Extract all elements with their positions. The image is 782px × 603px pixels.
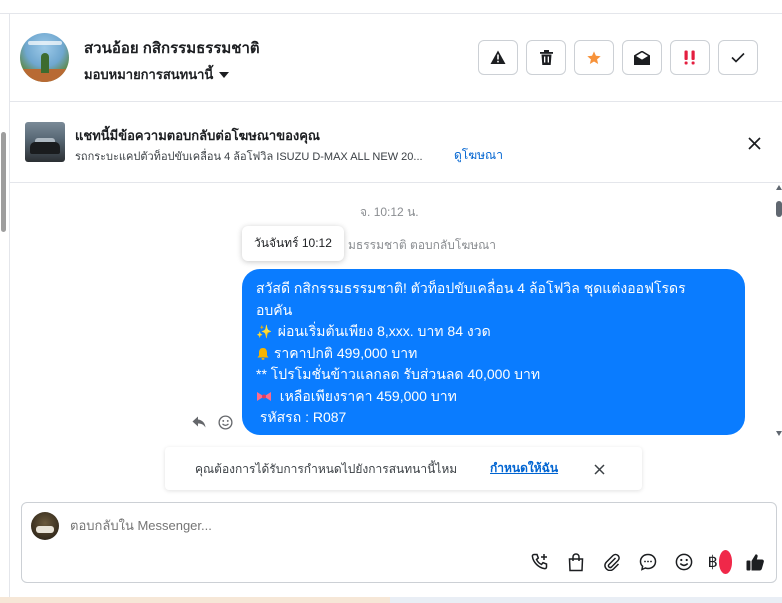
view-ad-link[interactable]: ดูโฆษณา (454, 146, 503, 165)
left-scrollbar-thumb[interactable] (1, 132, 6, 232)
message-line: สวัสดี กสิกรรมธรรมชาติ! ตัวท็อปขับเคลื่อ… (256, 280, 686, 296)
mark-unread-button[interactable] (622, 40, 662, 75)
message-line: อบคัน (256, 301, 293, 318)
star-icon (587, 50, 601, 64)
attachment-icon (603, 553, 620, 571)
reply-button[interactable] (190, 413, 208, 431)
react-button[interactable] (216, 413, 234, 431)
close-icon (747, 136, 761, 150)
thumbs-up-icon (746, 554, 764, 571)
reply-input[interactable] (70, 518, 470, 533)
add-call-button[interactable] (526, 550, 553, 574)
bell-icon (257, 347, 269, 360)
smiley-icon (217, 414, 233, 430)
notification-dot (718, 550, 732, 574)
trash-icon (539, 50, 553, 65)
replied-to-ad-note: มธรรมชาติ ตอบกลับโฆษณา (348, 238, 497, 252)
message-line: ราคาปกติ 499,000 บาท (273, 344, 418, 361)
timestamp-tooltip: วันจันทร์ 10:12 (242, 226, 344, 261)
add-call-icon (531, 553, 547, 570)
assign-suggestion: คุณต้องการได้รับการกำหนดไปยังการสนทนานี้… (165, 447, 642, 490)
contact-avatar[interactable] (20, 33, 69, 82)
thread-scrollbar-thumb[interactable] (776, 201, 782, 217)
assign-to-me-link[interactable]: กำหนดให้ฉัน (490, 459, 558, 478)
left-scrollbar[interactable] (0, 14, 10, 603)
message-line: ** โปรโมชั่นข้าวแลกลด รับส่วนลด 40,000 บ… (256, 366, 541, 382)
reply-icon (192, 416, 206, 428)
bag-icon (568, 552, 583, 571)
close-banner-button[interactable] (744, 133, 764, 153)
thread-scrollbar[interactable] (776, 183, 782, 438)
scroll-up-arrow-icon[interactable] (776, 185, 782, 190)
close-icon (593, 463, 605, 475)
shop-button[interactable] (562, 550, 589, 574)
warning-icon (490, 50, 506, 64)
composer-toolbar: ฿ (526, 550, 769, 574)
assign-suggestion-text: คุณต้องการได้รับการกำหนดไปยังการสนทนานี้… (195, 462, 458, 476)
attach-button[interactable] (598, 550, 625, 574)
message-line: รหัสรถ : R087 (259, 409, 347, 425)
sparkles-icon: ✨ (256, 324, 273, 339)
emoji-icon (675, 553, 692, 571)
ad-banner-subtitle: รถกระบะแคปตัวท็อปขับเคลื่อน 4 ล้อโฟวิล I… (75, 151, 423, 163)
conversation-header: สวนอ้อย กสิกรรมธรรมชาติ มอบหมายการสนทนาน… (10, 14, 782, 102)
ad-banner-title: แชทนี้มีข้อความตอบกลับต่อโฆษณาของคุณ (75, 128, 320, 143)
delete-button[interactable] (526, 40, 566, 75)
page-avatar (31, 512, 59, 540)
assign-label: มอบหมายการสนทนานี้ (84, 67, 214, 82)
mark-done-button[interactable] (718, 40, 758, 75)
checkmark-icon (731, 52, 745, 63)
message-thread[interactable]: จ. 10:12 น. มธรรมชาติ ตอบกลับโฆษณา วันจั… (10, 183, 782, 501)
top-border (0, 0, 782, 14)
saved-replies-button[interactable] (634, 550, 661, 574)
baht-icon: ฿ (707, 554, 718, 571)
bottom-strip (0, 597, 782, 603)
message-bubble[interactable]: สวัสดี กสิกรรมธรรมชาติ! ตัวท็อปขับเคลื่อ… (242, 269, 745, 435)
spam-button[interactable] (478, 40, 518, 75)
message-timestamp: จ. 10:12 น. (360, 205, 419, 219)
important-icon (684, 50, 695, 65)
like-button[interactable] (742, 550, 769, 574)
ad-thumbnail[interactable] (25, 122, 65, 162)
contact-name: สวนอ้อย กสิกรรมธรรมชาติ (84, 40, 260, 57)
message-line: ผ่อนเริ่มต้นเพียง 8,xxx. บาท 84 งวด (277, 323, 491, 339)
payment-button[interactable]: ฿ (706, 550, 733, 574)
emoji-button[interactable] (670, 550, 697, 574)
scroll-down-arrow-icon[interactable] (776, 431, 782, 436)
ribbon-icon (257, 391, 271, 401)
caret-down-icon (219, 71, 230, 78)
message-tools (190, 413, 234, 431)
mark-unread-icon (634, 50, 650, 65)
star-button[interactable] (574, 40, 614, 75)
chat-bubble-icon (639, 553, 656, 571)
reply-composer: ฿ (21, 502, 777, 583)
assign-conversation-dropdown[interactable]: มอบหมายการสนทนานี้ (84, 64, 230, 85)
ad-reply-banner: แชทนี้มีข้อความตอบกลับต่อโฆษณาของคุณ รถก… (10, 102, 782, 183)
message-line: เหลือเพียงราคา 459,000 บาท (279, 387, 457, 404)
important-button[interactable] (670, 40, 710, 75)
dismiss-suggestion-button[interactable] (590, 460, 608, 478)
header-actions (478, 40, 758, 75)
